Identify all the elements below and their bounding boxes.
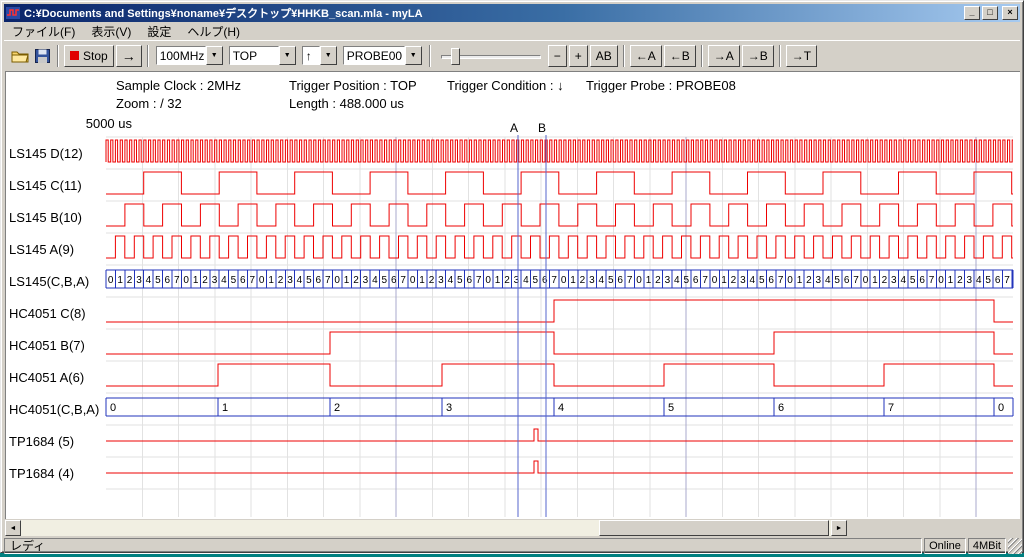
trigger-position-info: Trigger Position : TOP [289, 78, 417, 93]
floppy-icon [35, 49, 50, 63]
toolbar-separator [623, 45, 625, 67]
open-folder-icon [11, 49, 29, 63]
chevron-down-icon[interactable]: ▼ [206, 46, 223, 65]
resize-grip[interactable] [1008, 538, 1022, 554]
waveform-panel [5, 71, 1020, 519]
open-file-button[interactable] [9, 45, 31, 67]
ab-button[interactable]: AB [590, 45, 618, 67]
goto-cursor-a-back-button[interactable]: ←A [630, 45, 662, 67]
run-button[interactable]: → [116, 45, 142, 67]
status-bar: レディ Online 4MBit [4, 538, 1022, 554]
menu-settings[interactable]: 設定 [139, 22, 179, 41]
zoom-slider[interactable] [441, 45, 541, 67]
goto-cursor-a-fwd-button[interactable]: →A [708, 45, 740, 67]
horizontal-scrollbar[interactable]: ◄ ► [5, 520, 847, 536]
sample-rate-combo[interactable]: 100MHz ▼ [156, 46, 223, 65]
status-message: レディ [4, 538, 922, 554]
toolbar: Stop → 100MHz ▼ TOP ▼ ↑ ▼ PROBE00 ▼ − + … [4, 40, 1020, 70]
probe-combo[interactable]: PROBE00 ▼ [343, 46, 422, 65]
sample-clock-info: Sample Clock : 2MHz [116, 78, 241, 93]
toolbar-separator [779, 45, 781, 67]
maximize-button[interactable]: □ [982, 6, 998, 20]
chevron-down-icon[interactable]: ▼ [405, 46, 422, 65]
zoom-in-button[interactable]: + [569, 45, 588, 67]
scroll-left-icon[interactable]: ◄ [5, 520, 21, 536]
close-button[interactable]: × [1002, 6, 1018, 20]
status-memory: 4MBit [968, 538, 1006, 554]
run-arrow-icon: → [122, 48, 136, 64]
menu-view[interactable]: 表示(V) [83, 22, 139, 41]
zoom-out-button[interactable]: − [548, 45, 567, 67]
trigger-probe-info: Trigger Probe : PROBE08 [586, 78, 736, 93]
menu-bar: ファイル(F) 表示(V) 設定 ヘルプ(H) [4, 22, 1020, 40]
scroll-right-icon[interactable]: ► [831, 520, 847, 536]
status-online: Online [924, 538, 966, 554]
scrollbar-track[interactable] [21, 520, 831, 536]
app-window: C:¥Documents and Settings¥noname¥デスクトップ¥… [0, 0, 1024, 553]
chevron-down-icon[interactable]: ▼ [279, 46, 296, 65]
chevron-down-icon[interactable]: ▼ [320, 46, 337, 65]
zoom-slider-thumb[interactable] [451, 48, 460, 65]
app-icon [6, 6, 20, 20]
save-button[interactable] [31, 45, 53, 67]
toolbar-separator [429, 45, 431, 67]
toolbar-separator [147, 45, 149, 67]
title-bar: C:¥Documents and Settings¥noname¥デスクトップ¥… [4, 4, 1020, 22]
goto-cursor-b-back-button[interactable]: ←B [664, 45, 696, 67]
window-title: C:¥Documents and Settings¥noname¥デスクトップ¥… [24, 5, 962, 21]
stop-label: Stop [83, 49, 108, 63]
zoom-info: Zoom : / 32 [116, 96, 182, 111]
stop-icon [70, 51, 79, 60]
goto-trigger-button[interactable]: →T [786, 45, 817, 67]
menu-help[interactable]: ヘルプ(H) [179, 22, 248, 41]
trigger-condition-info: Trigger Condition : ↓ [447, 78, 564, 93]
minimize-button[interactable]: _ [964, 6, 980, 20]
trigger-position-combo[interactable]: TOP ▼ [229, 46, 296, 65]
trigger-edge-value: ↑ [302, 46, 320, 65]
menu-file[interactable]: ファイル(F) [4, 22, 83, 41]
toolbar-separator [701, 45, 703, 67]
goto-cursor-b-fwd-button[interactable]: →B [742, 45, 774, 67]
trigger-edge-combo[interactable]: ↑ ▼ [302, 46, 337, 65]
scrollbar-thumb[interactable] [599, 520, 829, 536]
trigger-position-value: TOP [229, 46, 279, 65]
stop-button[interactable]: Stop [64, 45, 114, 67]
toolbar-separator [57, 45, 59, 67]
probe-value: PROBE00 [343, 46, 405, 65]
length-info: Length : 488.000 us [289, 96, 404, 111]
sample-rate-value: 100MHz [156, 46, 206, 65]
